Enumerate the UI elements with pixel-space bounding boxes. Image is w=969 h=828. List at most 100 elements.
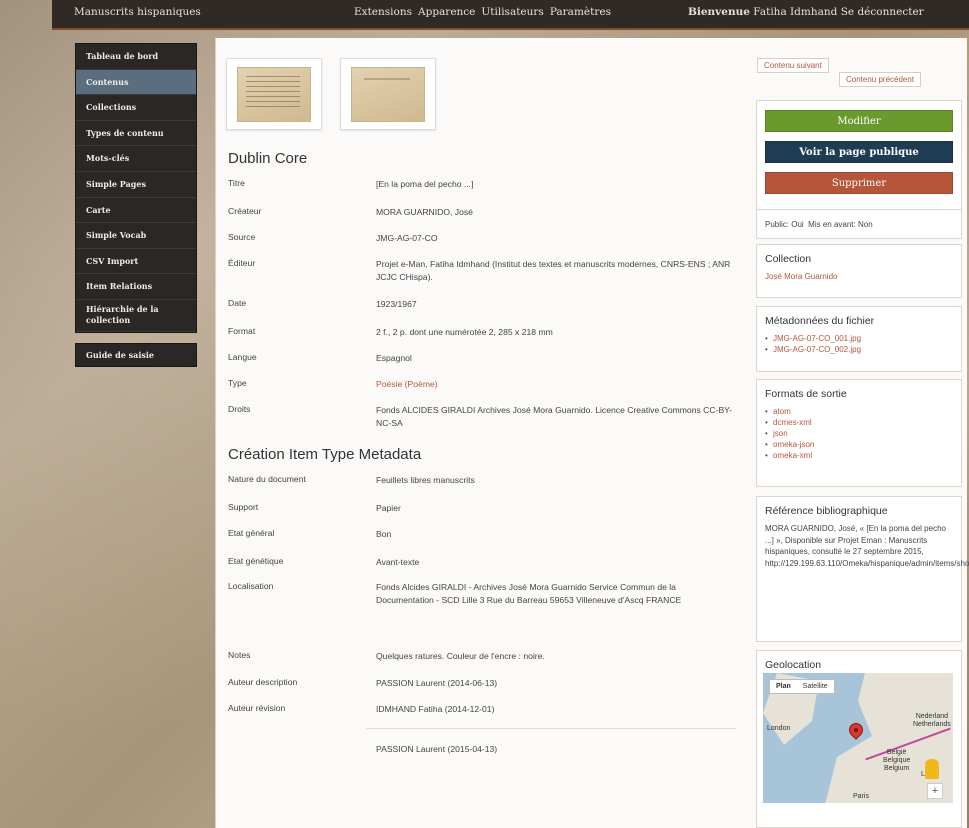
- site-title[interactable]: Manuscrits hispaniques: [74, 6, 201, 18]
- field-label: Localisation: [228, 581, 274, 591]
- sidebar-item-map[interactable]: Carte: [76, 198, 196, 224]
- view-public-page-button[interactable]: Voir la page publique: [765, 141, 953, 163]
- field-label: Type: [228, 378, 247, 388]
- field-value: MORA GUARNIDO, José: [376, 207, 473, 217]
- field-label: Droits: [228, 404, 251, 414]
- sidebar-item-tags[interactable]: Mots-clés: [76, 146, 196, 172]
- file-metadata-panel: Métadonnées du fichier JMG-AG-07-CO_001.…: [756, 306, 962, 372]
- sidebar-item-item-types[interactable]: Types de contenu: [76, 121, 196, 147]
- field-value: 1923/1967: [376, 299, 417, 309]
- top-nav-users[interactable]: Utilisateurs: [481, 6, 543, 18]
- manuscript-image: [351, 67, 425, 122]
- sidebar-item-collections[interactable]: Collections: [76, 95, 196, 121]
- top-nav-extensions[interactable]: Extensions: [354, 6, 412, 18]
- dublin-core-heading: Dublin Core: [228, 150, 308, 167]
- field-value: PASSION Laurent (2014-06-13): [376, 678, 498, 688]
- collection-panel: Collection José Mora Guarnido: [756, 244, 962, 298]
- map-pin-icon[interactable]: [846, 720, 866, 740]
- top-bar: Manuscrits hispaniques Extensions Appare…: [52, 0, 969, 30]
- map-type-plan[interactable]: Plan: [770, 680, 797, 693]
- sidebar-item-csv-import[interactable]: CSV Import: [76, 249, 196, 275]
- field-label: Titre: [228, 178, 245, 188]
- field-value: Avant-texte: [376, 557, 420, 567]
- output-formats-panel: Formats de sortie atom dcmes-xml json om…: [756, 379, 962, 487]
- map-type-toggle: Plan Satellite: [769, 679, 835, 694]
- format-link-omeka-xml[interactable]: omeka-xml: [765, 450, 953, 461]
- field-label: Auteur description: [228, 677, 298, 687]
- sidebar-item-simple-vocab[interactable]: Simple Vocab: [76, 223, 196, 249]
- format-link-dcmes-xml[interactable]: dcmes-xml: [765, 417, 953, 428]
- sidebar-item-simple-pages[interactable]: Simple Pages: [76, 172, 196, 198]
- top-nav-appearance[interactable]: Apparence: [418, 6, 475, 18]
- field-value: 2 f., 2 p. dont une numérotée 2, 285 x 2…: [376, 327, 553, 337]
- field-value: Bon: [376, 529, 392, 539]
- citation-heading: Référence bibliographique: [765, 505, 888, 517]
- format-link-atom[interactable]: atom: [765, 406, 953, 417]
- featured-label: Mis en avant:: [808, 220, 856, 229]
- guide-nav: Guide de saisie: [75, 342, 197, 367]
- field-value: Quelques ratures. Couleur de l'encre : n…: [376, 651, 545, 661]
- field-label: Notes: [228, 650, 251, 660]
- citation-text: MORA GUARNIDO, José, « [En la poma del p…: [765, 524, 969, 568]
- geolocation-panel: Geolocation Plan Satellite London Nederl…: [756, 650, 962, 828]
- collection-heading: Collection: [765, 253, 812, 265]
- field-value: [En la poma del pecho ...]: [376, 179, 474, 189]
- public-label: Public:: [765, 220, 790, 229]
- sidebar: Tableau de bord Contenus Collections Typ…: [75, 43, 197, 367]
- format-link-json[interactable]: json: [765, 428, 953, 439]
- separator: [366, 728, 736, 729]
- delete-button[interactable]: Supprimer: [765, 172, 953, 194]
- field-value: Projet e-Man, Fatiha Idmhand (Institut d…: [376, 259, 731, 282]
- field-label: Éditeur: [228, 258, 256, 268]
- citation-panel: Référence bibliographique MORA GUARNIDO,…: [756, 496, 969, 642]
- manuscript-image: [237, 67, 311, 122]
- field-value: Papier: [376, 503, 401, 513]
- street-view-pegman-icon[interactable]: [925, 759, 939, 779]
- format-link-omeka-json[interactable]: omeka-json: [765, 439, 953, 450]
- field-label: Source: [228, 232, 256, 242]
- field-value: Feuillets libres manuscrits: [376, 475, 475, 485]
- zoom-in-button[interactable]: +: [927, 783, 943, 799]
- logout-link[interactable]: Se déconnecter: [841, 6, 924, 18]
- field-label: Créateur: [228, 206, 262, 216]
- file-thumbnail-2[interactable]: [340, 58, 436, 130]
- sidebar-item-item-relations[interactable]: Item Relations: [76, 274, 196, 300]
- status-panel: Public: Oui Mis en avant: Non: [756, 209, 962, 239]
- guide-link[interactable]: Guide de saisie: [76, 344, 196, 366]
- map-type-satellite[interactable]: Satellite: [797, 680, 834, 693]
- sidebar-item-dashboard[interactable]: Tableau de bord: [76, 44, 196, 70]
- field-label: Etat général: [228, 528, 275, 538]
- field-value: PASSION Laurent (2015-04-13): [376, 744, 498, 754]
- field-value: Espagnol: [376, 353, 412, 363]
- user-name[interactable]: Fatiha Idmhand: [753, 6, 837, 18]
- next-item-link[interactable]: Contenu suivant: [757, 58, 829, 73]
- welcome-label: Bienvenue: [688, 6, 750, 18]
- edit-button[interactable]: Modifier: [765, 110, 953, 132]
- field-value: JMG-AG-07-CO: [376, 233, 438, 243]
- previous-item-link[interactable]: Contenu précédent: [839, 72, 922, 87]
- file-metadata-heading: Métadonnées du fichier: [765, 315, 875, 327]
- output-formats-heading: Formats de sortie: [765, 388, 847, 400]
- map[interactable]: Plan Satellite London Nederland Netherla…: [763, 673, 953, 803]
- item-type-metadata-heading: Création Item Type Metadata: [228, 446, 422, 463]
- file-link[interactable]: JMG-AG-07-CO_001.jpg: [765, 333, 953, 344]
- field-label: Format: [228, 326, 256, 336]
- featured-value: Non: [857, 220, 873, 229]
- field-label: Auteur révision: [228, 703, 286, 713]
- field-label: Date: [228, 298, 247, 308]
- map-label-paris: Paris: [853, 793, 869, 800]
- field-value: Fonds Alcides GIRALDI - Archives José Mo…: [376, 582, 682, 605]
- field-label: Langue: [228, 352, 257, 362]
- sidebar-nav: Tableau de bord Contenus Collections Typ…: [75, 43, 197, 333]
- file-link[interactable]: JMG-AG-07-CO_002.jpg: [765, 344, 953, 355]
- file-list: JMG-AG-07-CO_001.jpg JMG-AG-07-CO_002.jp…: [765, 333, 953, 355]
- collection-link[interactable]: José Mora Guarnido: [765, 271, 953, 282]
- type-link[interactable]: Poésie (Poème): [376, 378, 736, 391]
- top-nav: Extensions Apparence Utilisateurs Paramè…: [354, 6, 611, 18]
- top-nav-settings[interactable]: Paramètres: [550, 6, 611, 18]
- sidebar-item-collection-hierarchy[interactable]: Hiérarchie de la collection: [76, 300, 196, 332]
- field-label: Etat génétique: [228, 556, 284, 566]
- field-label: Support: [228, 502, 259, 512]
- file-thumbnail-1[interactable]: [226, 58, 322, 130]
- sidebar-item-items[interactable]: Contenus: [76, 69, 196, 96]
